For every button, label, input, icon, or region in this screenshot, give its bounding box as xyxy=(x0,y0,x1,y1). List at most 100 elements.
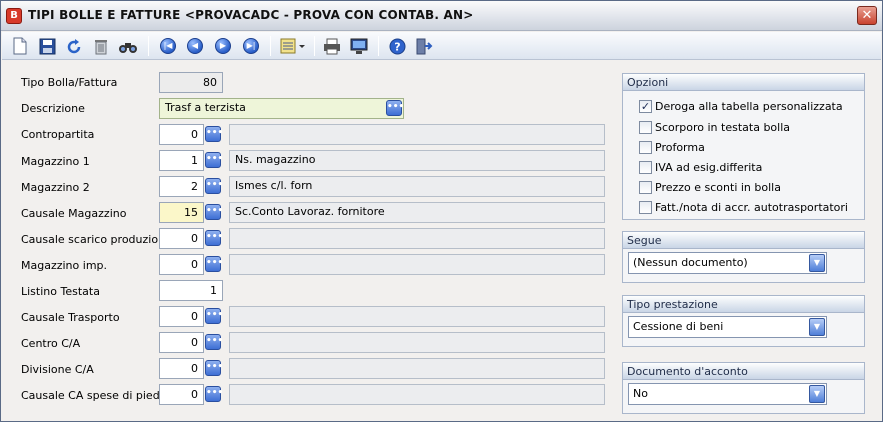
print-icon[interactable] xyxy=(321,36,343,56)
svg-text:?: ? xyxy=(394,40,400,53)
segue-title: Segue xyxy=(623,232,864,249)
causale-scarico-produzione-description xyxy=(229,228,605,249)
listino-testata-field[interactable]: 1 xyxy=(159,280,223,301)
contropartita-field[interactable]: 0 xyxy=(159,124,204,145)
label-causale-ca-spese-piede: Causale CA spese di piede xyxy=(21,389,167,402)
previous-record-icon[interactable]: ◀ xyxy=(184,36,206,56)
chevron-down-icon[interactable]: ▼ xyxy=(809,318,825,336)
new-document-icon[interactable] xyxy=(9,36,31,56)
causale-trasporto-field[interactable]: 0 xyxy=(159,306,204,327)
exit-icon[interactable] xyxy=(413,36,435,56)
find-icon[interactable] xyxy=(117,36,139,56)
tipo-prestazione-select[interactable]: Cessione di beni ▼ xyxy=(628,316,827,338)
magazzino-1-description: Ns. magazzino xyxy=(229,150,605,171)
opzioni-title: Opzioni xyxy=(623,74,864,91)
label-descrizione: Descrizione xyxy=(21,102,85,115)
documento-acconto-title: Documento d'acconto xyxy=(623,363,864,380)
magazzino-imp-description xyxy=(229,254,605,275)
option-iva-differita-label: IVA ad esig.differita xyxy=(655,160,763,174)
label-listino-testata: Listino Testata xyxy=(21,285,100,298)
divisione-ca-description xyxy=(229,358,605,379)
segue-group: Segue (Nessun documento) ▼ xyxy=(622,231,865,283)
option-deroga-label: Deroga alla tabella personalizzata xyxy=(655,99,843,113)
toolbar-separator xyxy=(270,36,271,56)
magazzino-1-field[interactable]: 1 xyxy=(159,150,204,171)
tipo-prestazione-select-value: Cessione di beni xyxy=(633,320,724,333)
label-magazzino-2: Magazzino 2 xyxy=(21,181,90,194)
causale-scarico-produzione-lookup-button[interactable]: ••• xyxy=(205,230,223,246)
option-scorporo[interactable]: Scorporo in testata bolla xyxy=(639,119,790,135)
magazzino-imp-field[interactable]: 0 xyxy=(159,254,204,275)
option-iva-differita[interactable]: IVA ad esig.differita xyxy=(639,159,762,175)
centro-ca-field[interactable]: 0 xyxy=(159,332,204,353)
help-icon[interactable]: ? xyxy=(386,36,408,56)
main-window: B TIPI BOLLE E FATTURE <PROVACADC - PROV… xyxy=(0,0,883,422)
causale-magazzino-field[interactable]: 15 xyxy=(159,202,204,223)
tipo-bolla-field: 80 xyxy=(159,72,223,93)
divisione-ca-lookup-button[interactable]: ••• xyxy=(205,360,223,376)
causale-scarico-produzione-field[interactable]: 0 xyxy=(159,228,204,249)
option-autotrasportatori[interactable]: Fatt./nota di accr. autotrasportatori xyxy=(639,199,848,215)
first-record-icon[interactable]: |◀ xyxy=(157,36,179,56)
contropartita-lookup-button[interactable]: ••• xyxy=(205,126,223,142)
descrizione-lookup-button[interactable]: ••• xyxy=(386,100,404,116)
tipo-prestazione-group: Tipo prestazione Cessione di beni ▼ xyxy=(622,295,865,347)
option-deroga[interactable]: ✓ Deroga alla tabella personalizzata xyxy=(639,98,843,114)
label-causale-magazzino: Causale Magazzino xyxy=(21,207,127,220)
checkbox-autotrasportatori[interactable] xyxy=(639,200,652,214)
chevron-down-icon[interactable]: ▼ xyxy=(809,254,825,272)
next-record-icon[interactable]: ▶ xyxy=(212,36,234,56)
causale-ca-spese-piede-description xyxy=(229,384,605,405)
contropartita-description xyxy=(229,124,605,145)
undo-icon[interactable] xyxy=(63,36,85,56)
delete-icon[interactable] xyxy=(90,36,112,56)
save-icon[interactable] xyxy=(36,36,58,56)
option-proforma[interactable]: Proforma xyxy=(639,139,705,155)
causale-magazzino-lookup-button[interactable]: ••• xyxy=(205,204,223,220)
magazzino-2-lookup-button[interactable]: ••• xyxy=(205,178,223,194)
divisione-ca-field[interactable]: 0 xyxy=(159,358,204,379)
option-scorporo-label: Scorporo in testata bolla xyxy=(655,120,791,134)
checkbox-scorporo[interactable] xyxy=(639,120,652,134)
segue-select-value: (Nessun documento) xyxy=(633,256,748,269)
checkbox-proforma[interactable] xyxy=(639,140,652,154)
app-icon: B xyxy=(6,8,22,24)
checkbox-deroga[interactable]: ✓ xyxy=(639,99,652,113)
option-prezzo-sconti[interactable]: Prezzo e sconti in bolla xyxy=(639,179,781,195)
causale-ca-spese-piede-field[interactable]: 0 xyxy=(159,384,204,405)
label-magazzino-imp: Magazzino imp. xyxy=(21,259,108,272)
toolbar-separator xyxy=(148,36,149,56)
last-record-icon[interactable]: ▶| xyxy=(240,36,262,56)
label-causale-trasporto: Causale Trasporto xyxy=(21,311,120,324)
label-magazzino-1: Magazzino 1 xyxy=(21,155,90,168)
magazzino-2-field[interactable]: 2 xyxy=(159,176,204,197)
label-centro-ca: Centro C/A xyxy=(21,337,81,350)
magazzino-1-lookup-button[interactable]: ••• xyxy=(205,152,223,168)
checkbox-iva-differita[interactable] xyxy=(639,160,652,174)
causale-ca-spese-piede-lookup-button[interactable]: ••• xyxy=(205,386,223,402)
centro-ca-lookup-button[interactable]: ••• xyxy=(205,334,223,350)
list-view-icon[interactable] xyxy=(278,36,310,56)
option-autotrasportatori-label: Fatt./nota di accr. autotrasportatori xyxy=(655,200,848,214)
descrizione-field[interactable]: Trasf a terzista xyxy=(159,98,404,119)
chevron-down-icon[interactable]: ▼ xyxy=(809,385,825,403)
label-tipo-bolla: Tipo Bolla/Fattura xyxy=(21,76,118,89)
option-prezzo-sconti-label: Prezzo e sconti in bolla xyxy=(655,180,781,194)
documento-acconto-select[interactable]: No ▼ xyxy=(628,383,827,405)
causale-trasporto-lookup-button[interactable]: ••• xyxy=(205,308,223,324)
toolbar: |◀ ◀ ▶ ▶| ? xyxy=(2,32,881,60)
checkbox-prezzo-sconti[interactable] xyxy=(639,180,652,194)
tipo-prestazione-title: Tipo prestazione xyxy=(623,296,864,313)
documento-acconto-select-value: No xyxy=(633,387,648,400)
preview-icon[interactable] xyxy=(348,36,370,56)
documento-acconto-group: Documento d'acconto No ▼ xyxy=(622,362,865,414)
segue-select[interactable]: (Nessun documento) ▼ xyxy=(628,252,827,274)
causale-magazzino-description: Sc.Conto Lavoraz. fornitore xyxy=(229,202,605,223)
label-contropartita: Contropartita xyxy=(21,128,95,141)
magazzino-imp-lookup-button[interactable]: ••• xyxy=(205,256,223,272)
option-proforma-label: Proforma xyxy=(655,140,705,154)
toolbar-separator xyxy=(314,36,315,56)
close-button[interactable]: ✕ xyxy=(857,6,877,25)
label-divisione-ca: Divisione C/A xyxy=(21,363,94,376)
toolbar-separator xyxy=(378,36,379,56)
